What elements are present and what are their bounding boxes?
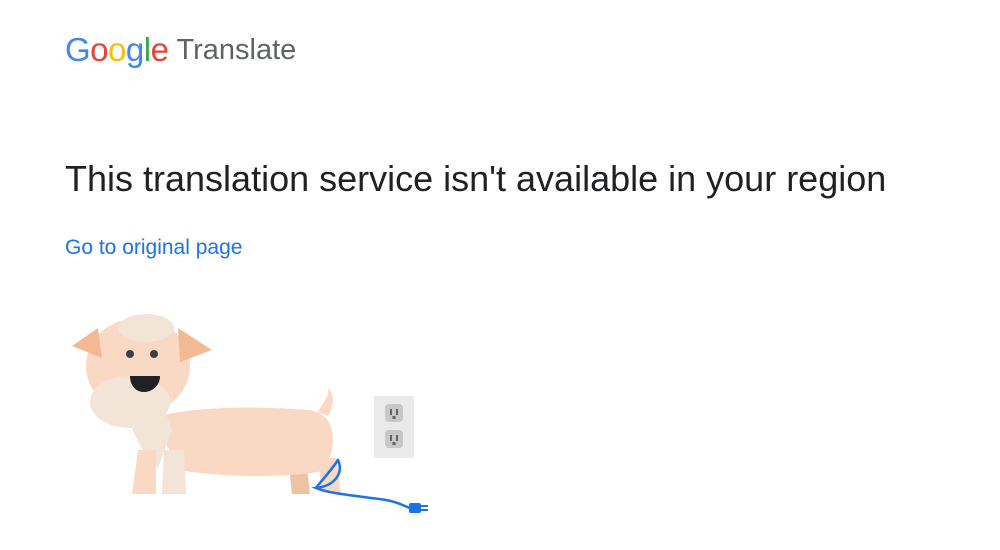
logo-letter: e	[150, 31, 169, 68]
dog-icon	[72, 314, 341, 494]
google-logo[interactable]: Google	[65, 30, 169, 70]
logo-letter: o	[90, 31, 109, 68]
page-title: This translation service isn't available…	[65, 158, 887, 199]
product-name: Translate	[176, 34, 297, 66]
logo-letter: g	[125, 31, 144, 68]
logo-letter: l	[143, 31, 151, 68]
logo-letter: o	[108, 31, 126, 68]
unavailable-illustration	[72, 314, 428, 513]
wall-outlet-icon	[374, 396, 414, 458]
logo-letter: G	[65, 31, 91, 68]
plug-icon	[409, 503, 428, 513]
go-to-original-page-link[interactable]: Go to original page	[65, 234, 242, 262]
app-header: Google Translate	[65, 28, 296, 70]
